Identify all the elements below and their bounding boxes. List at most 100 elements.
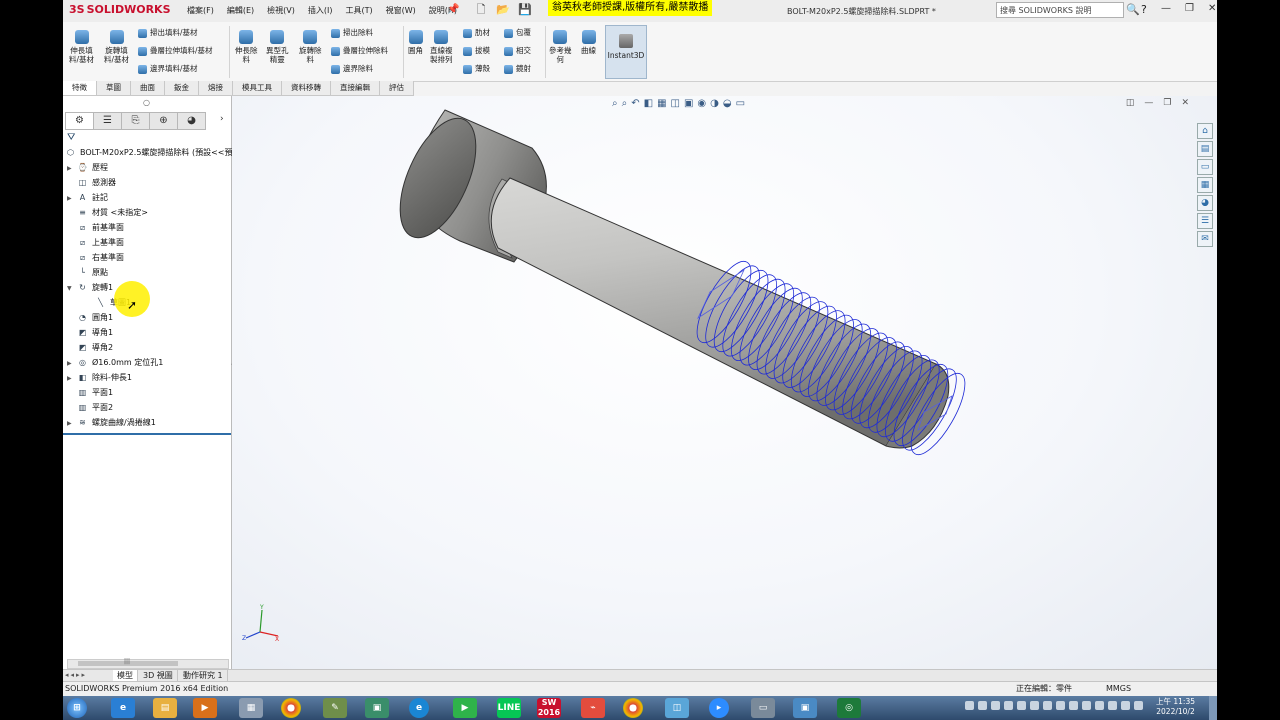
tray-icon[interactable] [1030, 701, 1039, 710]
boundary-cut-button[interactable]: 邊界除料 [331, 64, 373, 74]
tray-icon[interactable] [965, 701, 974, 710]
intersect-button[interactable]: 相交 [504, 46, 531, 56]
chrome-profile-icon[interactable] [623, 698, 643, 718]
lofted-boss-button[interactable]: 疊層拉伸填料/基材 [138, 46, 213, 56]
fillet-button[interactable]: 圓角 [408, 30, 423, 55]
boundary-boss-button[interactable]: 邊界填料/基材 [138, 64, 198, 74]
tray-icon[interactable] [1134, 701, 1143, 710]
solidworks-logo[interactable]: 3S SOLIDWORKS [69, 3, 171, 16]
close-button[interactable]: ✕ [1208, 3, 1216, 14]
photos-icon[interactable]: ▣ [365, 698, 389, 718]
property-manager-tab-icon[interactable]: ☰ [93, 112, 122, 130]
edge-icon[interactable]: e [409, 698, 429, 718]
tree-item-history[interactable]: ▶ ⌚ 歷程 [67, 161, 108, 175]
graphics-area[interactable]: ⌕ ⌕ ↶ ◧ ▦ ◫ ▣ ◉ ◑ ◒ ▭ ◫ — ❐ ✕ ⌂ ▤ ▭ ▦ ◕ … [232, 96, 1217, 669]
tray-icon[interactable] [1004, 701, 1013, 710]
swept-boss-button[interactable]: 掃出填料/基材 [138, 28, 198, 38]
tree-item-plane1[interactable]: ▥ 平面1 [67, 386, 113, 400]
tree-item-plane2[interactable]: ▥ 平面2 [67, 401, 113, 415]
terminal-icon[interactable]: ▭ [751, 698, 775, 718]
solidworks-taskbar-icon[interactable]: SW 2016 [537, 698, 561, 718]
shell-button[interactable]: 薄殼 [463, 64, 490, 74]
tab-sheet-metal[interactable]: 鈑金 [165, 81, 199, 95]
tree-item-chamfer1[interactable]: ◩ 導角1 [67, 326, 113, 340]
linear-pattern-button[interactable]: 直線複 製排列 [430, 30, 453, 64]
pin-menu-icon[interactable]: 📌 [447, 4, 459, 15]
acrobat-icon[interactable]: ⌁ [581, 698, 605, 718]
help-search-input[interactable]: 搜尋 SOLIDWORKS 說明 [996, 2, 1124, 18]
tray-icon[interactable] [1069, 701, 1078, 710]
revolve-boss-button[interactable]: 旋轉填 料/基材 [104, 30, 129, 64]
file-explorer-icon[interactable]: ▤ [153, 698, 177, 718]
tray-icon[interactable] [1043, 701, 1052, 710]
screen-capture-icon[interactable]: ▣ [793, 698, 817, 718]
lofted-cut-button[interactable]: 疊層拉伸除料 [331, 46, 388, 56]
paint-icon[interactable]: ✎ [323, 698, 347, 718]
curves-button[interactable]: 曲線 [581, 30, 596, 55]
tree-item-annotations[interactable]: ▶ A 註記 [67, 191, 108, 205]
notes-icon[interactable]: ◫ [665, 698, 689, 718]
menu-insert[interactable]: 插入(I) [308, 5, 333, 16]
start-button-icon[interactable]: ⊞ [67, 698, 87, 718]
tab-direct-editing[interactable]: 直接編輯 [331, 81, 380, 95]
rollback-bar[interactable] [63, 433, 231, 435]
tree-item-cut-extrude1[interactable]: ▶ ◧ 除料-伸長1 [67, 371, 132, 385]
extrude-boss-button[interactable]: 伸長填 料/基材 [69, 30, 94, 64]
rib-button[interactable]: 肋材 [463, 28, 490, 38]
panel-horizontal-scrollbar[interactable]: ||| [67, 658, 229, 669]
tray-icon[interactable] [1017, 701, 1026, 710]
minimize-button[interactable]: — [1161, 3, 1171, 14]
search-icon[interactable]: 🔍 [1126, 3, 1140, 16]
tab-features[interactable]: 特徵 [63, 81, 97, 95]
tray-icon[interactable] [1121, 701, 1130, 710]
feature-manager-tab-icon[interactable]: ⚙ [65, 112, 94, 130]
chevron-right-icon[interactable]: › [220, 114, 224, 124]
tree-item-revolve1[interactable]: ▼ ↻ 旋轉1 [67, 281, 113, 295]
chrome-icon[interactable] [281, 698, 301, 718]
media-app-icon[interactable]: ▶ [453, 698, 477, 718]
menu-window[interactable]: 視窗(W) [386, 5, 416, 16]
tree-item-top-plane[interactable]: ⧄ 上基準面 [67, 236, 124, 250]
internet-explorer-icon[interactable]: e [111, 698, 135, 718]
tab-weldments[interactable]: 熔接 [199, 81, 233, 95]
media-player-icon[interactable]: ▶ [193, 698, 217, 718]
wrap-button[interactable]: 包覆 [504, 28, 531, 38]
menu-tools[interactable]: 工具(T) [345, 5, 372, 16]
status-units[interactable]: MMGS [1106, 682, 1131, 696]
bolt-model[interactable] [232, 96, 1217, 669]
line-icon[interactable]: LINE [497, 698, 521, 718]
calculator-icon[interactable]: ▦ [239, 698, 263, 718]
draft-button[interactable]: 拔模 [463, 46, 490, 56]
tree-root[interactable]: ⬡ BOLT-M20xP2.5螺旋掃描除料 (預設<<預 [65, 146, 232, 160]
revolve-cut-button[interactable]: 旋轉除 料 [299, 30, 322, 64]
display-manager-tab-icon[interactable]: ◕ [177, 112, 206, 130]
recorder-icon[interactable]: ◎ [837, 698, 861, 718]
tray-icon[interactable] [991, 701, 1000, 710]
hole-wizard-button[interactable]: 異型孔 精靈 [266, 30, 289, 64]
tree-item-hole1[interactable]: ▶ ◎ Ø16.0mm 定位孔1 [67, 356, 163, 370]
tab-data-migration[interactable]: 資料移轉 [282, 81, 331, 95]
dimxpert-manager-tab-icon[interactable]: ⊕ [149, 112, 178, 130]
tab-sketch[interactable]: 草圖 [97, 81, 131, 95]
taskbar-clock[interactable]: 上午 11:35 2022/10/2 [1156, 697, 1195, 717]
zoom-icon[interactable]: ▸ [709, 698, 729, 718]
tray-icon[interactable] [1095, 701, 1104, 710]
reference-geometry-button[interactable]: 參考幾 何 [549, 30, 572, 64]
filter-icon[interactable]: ⛛ [67, 132, 75, 143]
tab-evaluate[interactable]: 評估 [380, 81, 414, 95]
menu-file[interactable]: 檔案(F) [187, 5, 214, 16]
menu-view[interactable]: 檢視(V) [267, 5, 295, 16]
tray-icon[interactable] [1056, 701, 1065, 710]
tray-icon[interactable] [1108, 701, 1117, 710]
tree-item-material[interactable]: ≡ 材質 <未指定> [67, 206, 148, 220]
panel-grip-icon[interactable]: ○ [143, 98, 150, 107]
save-icon[interactable]: 💾 [517, 3, 533, 17]
tree-item-front-plane[interactable]: ⧄ 前基準面 [67, 221, 124, 235]
configuration-manager-tab-icon[interactable]: ⎘ [121, 112, 150, 130]
new-document-icon[interactable]: 🗋 [473, 3, 489, 17]
menu-edit[interactable]: 編輯(E) [227, 5, 254, 16]
tree-item-right-plane[interactable]: ⧄ 右基準面 [67, 251, 124, 265]
tree-item-chamfer2[interactable]: ◩ 導角2 [67, 341, 113, 355]
help-icon[interactable]: ? [1141, 3, 1147, 16]
tab-mold-tools[interactable]: 模具工具 [233, 81, 282, 95]
